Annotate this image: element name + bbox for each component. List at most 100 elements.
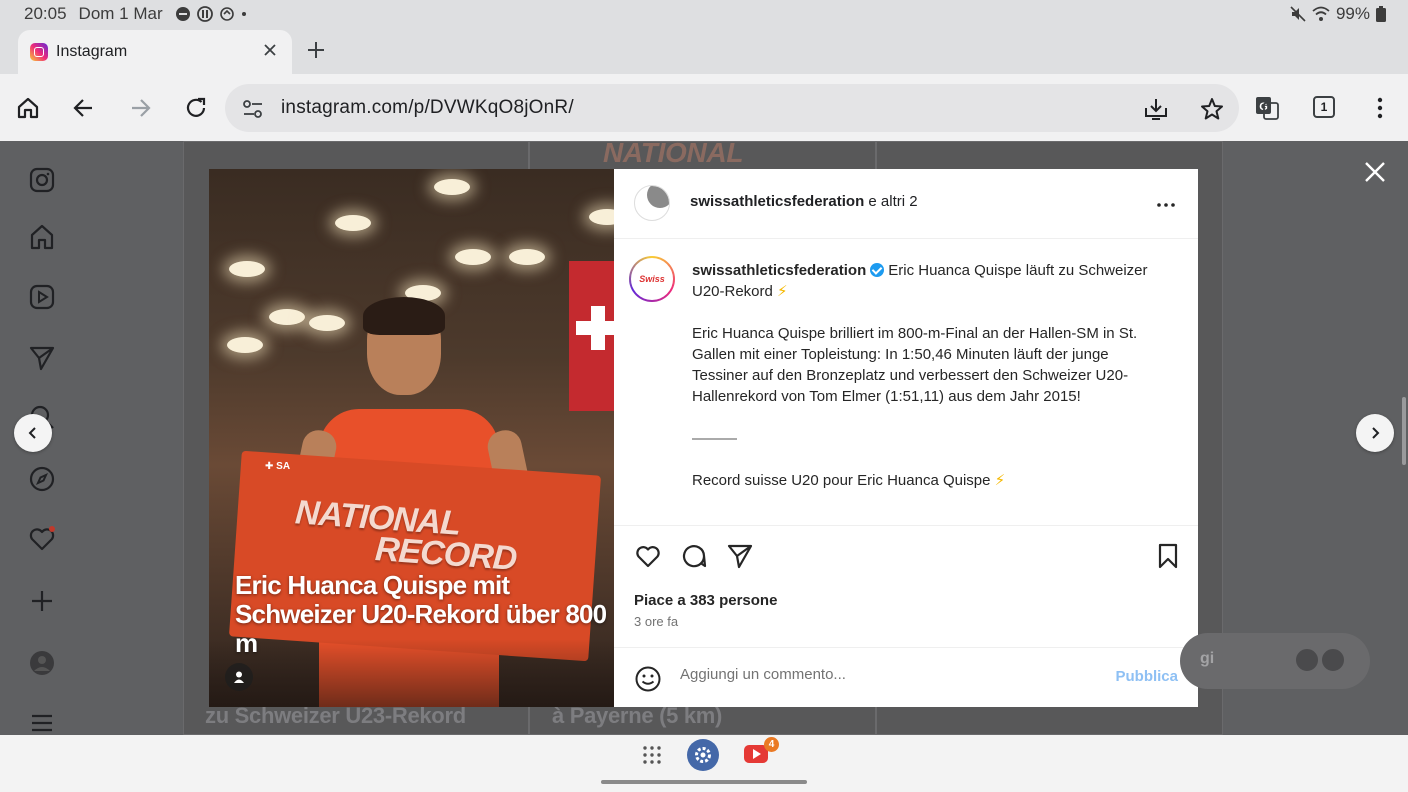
data-saver-icon — [196, 6, 213, 22]
arena-light — [227, 337, 263, 353]
publish-button[interactable]: Pubblica — [1115, 668, 1178, 685]
gesture-home-bar[interactable] — [601, 780, 807, 784]
caption-area: Swiss swissathleticsfederation Eric Huanc… — [614, 240, 1198, 525]
emoji-picker-icon[interactable] — [634, 665, 662, 693]
avatar — [1320, 647, 1346, 673]
tab-strip: Instagram — [0, 28, 1408, 74]
reload-icon[interactable] — [183, 95, 209, 121]
caption-text: swissathleticsfederation Eric Huanca Quis… — [692, 260, 1162, 491]
menu-dots-icon[interactable] — [1367, 95, 1393, 121]
new-tab-icon[interactable] — [304, 38, 328, 62]
swiss-flag — [569, 261, 614, 411]
caption-french-text: Record suisse U20 pour Eric Huanca Quisp… — [692, 472, 991, 489]
address-bar[interactable]: instagram.com/p/DVWKqO8jOnR/ — [225, 84, 1239, 132]
browser-toolbar: instagram.com/p/DVWKqO8jOnR/ G 1 — [0, 74, 1408, 141]
settings-app-icon[interactable] — [687, 739, 719, 771]
tab-instagram[interactable]: Instagram — [18, 30, 292, 74]
caption-username[interactable]: swissathleticsfederation — [692, 262, 866, 279]
header-username[interactable]: swissathleticsfederation — [690, 193, 864, 210]
explore-icon[interactable] — [28, 465, 56, 493]
comment-input[interactable] — [680, 666, 1100, 683]
instagram-logo-icon[interactable] — [28, 166, 56, 194]
tab-title: Instagram — [56, 43, 128, 60]
share-send-icon[interactable] — [726, 542, 754, 570]
dot-icon — [241, 12, 246, 16]
dnd-icon — [175, 7, 190, 21]
chevron-right-icon — [1372, 427, 1380, 439]
comment-bar: Pubblica — [614, 647, 1198, 707]
reels-icon[interactable] — [28, 283, 56, 311]
status-bar: 20:05 Dom 1 Mar 99% — [0, 0, 1408, 28]
create-plus-icon[interactable] — [28, 587, 56, 615]
avatar-logo-text: Swiss — [631, 258, 673, 300]
translate-icon[interactable]: G — [1254, 95, 1280, 121]
arena-light — [309, 315, 345, 331]
instagram-favicon-icon — [30, 43, 48, 61]
like-heart-icon[interactable] — [634, 542, 662, 570]
header-collab-suffix: e altri 2 — [864, 193, 918, 210]
site-settings-icon[interactable] — [242, 98, 264, 120]
arena-light — [335, 215, 371, 231]
scrollbar-thumb[interactable] — [1402, 397, 1406, 465]
arena-light — [434, 179, 470, 195]
messages-icon[interactable] — [28, 344, 56, 372]
caption-french: Record suisse U20 pour Eric Huanca Quisp… — [692, 470, 1162, 491]
avatar — [1294, 647, 1320, 673]
profile-icon[interactable] — [28, 649, 56, 677]
lightning-emoji: ⚡ — [994, 472, 1006, 489]
arena-light — [269, 309, 305, 325]
tagged-people-button[interactable] — [225, 663, 253, 691]
grid-tile-text: NATIONAL — [603, 141, 744, 168]
app-drawer-icon[interactable] — [641, 744, 663, 766]
person-tag-icon — [234, 671, 244, 683]
next-post-button[interactable] — [1356, 414, 1394, 452]
bookmark-star-icon[interactable] — [1199, 96, 1225, 122]
more-options-icon[interactable] — [1154, 193, 1178, 217]
home-icon[interactable] — [15, 95, 41, 121]
mute-icon — [1290, 6, 1306, 22]
post-header: swissathleticsfederation e altri 2 — [614, 169, 1198, 239]
close-modal-icon[interactable] — [1362, 159, 1388, 185]
forward-icon[interactable] — [127, 95, 153, 121]
messages-pill-label: gi — [1200, 650, 1215, 667]
more-menu-icon[interactable] — [28, 709, 56, 735]
verified-badge-icon — [870, 263, 885, 277]
avatar[interactable] — [634, 185, 670, 221]
likes-count[interactable]: Piace a 383 persone — [634, 592, 777, 609]
caption-body: Eric Huanca Quispe brilliert im 800-m-Fi… — [692, 325, 1138, 405]
lightning-emoji: ⚡ — [777, 283, 788, 300]
previous-post-button[interactable] — [14, 414, 52, 452]
notification-badge: 4 — [764, 737, 779, 752]
arena-light — [229, 261, 265, 277]
notifications-heart-icon[interactable] — [28, 525, 56, 553]
arena-light — [455, 249, 491, 265]
post-author[interactable]: swissathleticsfederation e altri 2 — [690, 193, 918, 210]
post-image[interactable]: ✚ SA NATIONAL RECORD Eric Huanca Quispe … — [209, 169, 614, 707]
comment-bubble-icon[interactable] — [680, 542, 708, 570]
post-timestamp[interactable]: 3 ore fa — [634, 614, 678, 629]
tab-switcher-button[interactable]: 1 — [1313, 96, 1335, 118]
arena-light — [509, 249, 545, 265]
post-panel: swissathleticsfederation e altri 2 Swiss… — [614, 169, 1198, 707]
caption-avatar[interactable]: Swiss — [629, 256, 675, 302]
status-time: 20:05 — [24, 4, 67, 23]
sync-icon — [219, 7, 234, 21]
chevron-left-icon — [28, 427, 36, 439]
post-actions: Piace a 383 persone 3 ore fa — [614, 525, 1198, 645]
image-caption-overlay: Eric Huanca Quispe mit Schweizer U20-Rek… — [235, 570, 607, 658]
athlete-hair — [363, 297, 445, 335]
back-icon[interactable] — [71, 95, 97, 121]
arena-light — [589, 209, 614, 225]
wifi-icon — [1312, 6, 1330, 21]
battery-icon — [1376, 6, 1386, 22]
save-bookmark-icon[interactable] — [1154, 542, 1182, 570]
close-tab-icon[interactable] — [260, 40, 280, 60]
caption-separator: ——— — [692, 430, 737, 447]
messages-pill[interactable]: gi — [1180, 633, 1370, 689]
gear-icon — [695, 747, 711, 763]
home-nav-icon[interactable] — [28, 223, 56, 251]
url-text[interactable]: instagram.com/p/DVWKqO8jOnR/ — [281, 97, 574, 119]
download-icon[interactable] — [1143, 96, 1169, 122]
android-taskbar: 4 — [0, 735, 1408, 792]
status-date: Dom 1 Mar — [78, 4, 163, 23]
